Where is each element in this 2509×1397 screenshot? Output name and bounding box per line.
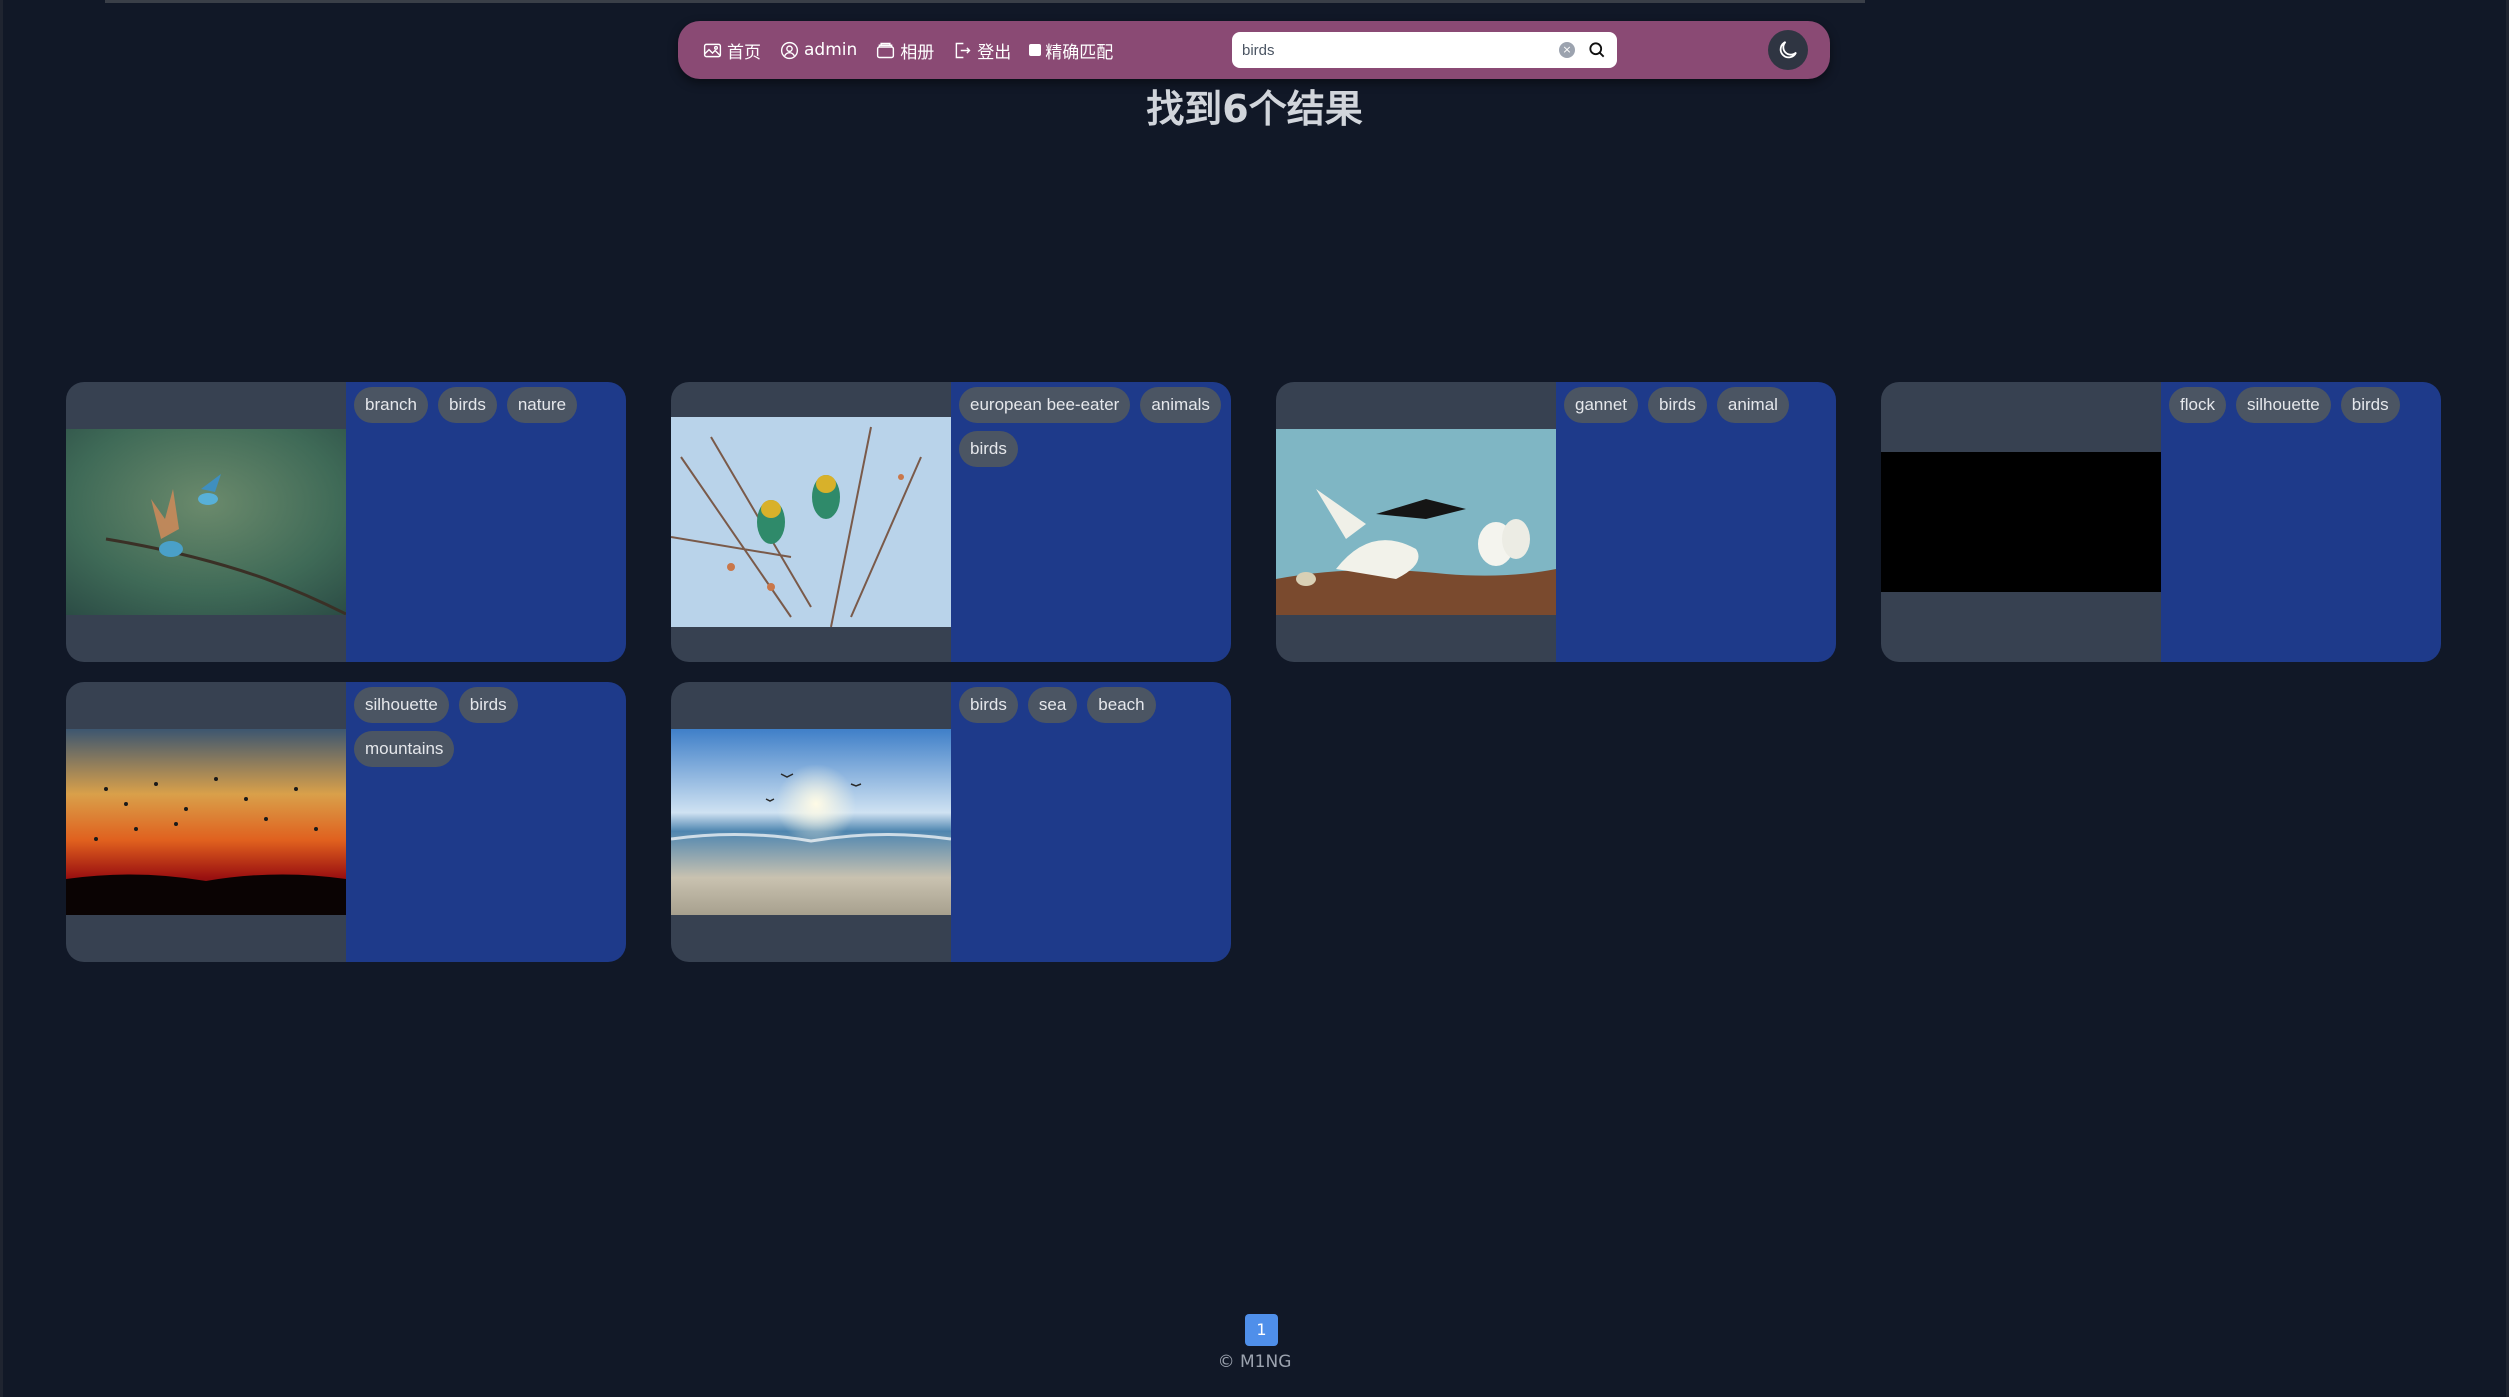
results-title: 找到6个结果 <box>1146 87 1363 131</box>
nav-user-link[interactable]: admin <box>779 40 857 61</box>
result-card[interactable]: european bee-eater animals birds <box>671 382 1231 662</box>
result-card[interactable]: flock silhouette birds <box>1881 382 2441 662</box>
user-circle-icon <box>780 41 799 59</box>
card-image-panel <box>66 382 346 662</box>
window-top-edge <box>105 0 1865 3</box>
exact-match-toggle[interactable]: 精确匹配 <box>1029 38 1113 63</box>
card-image-panel <box>671 382 951 662</box>
card-image-panel <box>1881 382 2161 662</box>
nav-links: 首页 admin 相册 登出 精确匹配 <box>702 38 1113 63</box>
tag-chip[interactable]: flock <box>2169 387 2226 423</box>
result-card[interactable]: gannet birds animal <box>1276 382 1836 662</box>
bird-photo[interactable] <box>1881 452 2161 592</box>
card-tag-list: gannet birds animal <box>1556 382 1836 662</box>
tag-chip[interactable]: silhouette <box>2235 387 2331 423</box>
result-card[interactable]: branch birds nature <box>66 382 626 662</box>
tag-chip[interactable]: sea <box>1027 687 1078 723</box>
card-image-panel <box>1276 382 1556 662</box>
tag-chip[interactable]: birds <box>959 687 1018 723</box>
top-navbar: 首页 admin 相册 登出 精确匹配 × <box>678 21 1830 79</box>
clear-icon[interactable]: × <box>1559 42 1575 58</box>
album-icon <box>877 42 895 58</box>
theme-toggle-button[interactable] <box>1768 30 1808 70</box>
bird-photo[interactable] <box>671 417 951 627</box>
search-input[interactable] <box>1242 41 1559 59</box>
card-image-panel <box>66 682 346 962</box>
result-card[interactable]: birds sea beach <box>671 682 1231 962</box>
nav-album-link[interactable]: 相册 <box>875 38 934 63</box>
footer-copyright: © M1NG <box>1217 1352 1292 1372</box>
tag-chip[interactable]: nature <box>506 387 578 423</box>
tag-chip[interactable]: silhouette <box>354 687 449 723</box>
page-button-current[interactable]: 1 <box>1245 1314 1278 1346</box>
moon-icon <box>1779 41 1797 59</box>
nav-user-label: admin <box>804 40 858 60</box>
window-frame-left <box>0 0 3 1397</box>
tag-chip[interactable]: birds <box>458 687 518 723</box>
tag-chip[interactable]: birds <box>2340 387 2400 423</box>
bird-photo[interactable] <box>66 729 346 915</box>
nav-logout-link[interactable]: 登出 <box>952 38 1011 63</box>
tag-chip[interactable]: birds <box>437 387 497 423</box>
tag-chip[interactable]: birds <box>959 431 1018 467</box>
tag-chip[interactable]: animals <box>1140 387 1221 423</box>
bird-photo[interactable] <box>66 429 346 615</box>
card-tag-list: birds sea beach <box>951 682 1231 962</box>
tag-chip[interactable]: beach <box>1087 687 1156 723</box>
card-image-panel <box>671 682 951 962</box>
tag-chip[interactable]: animal <box>1716 387 1789 423</box>
search-icon[interactable] <box>1587 40 1607 60</box>
card-tag-list: european bee-eater animals birds <box>951 382 1231 662</box>
nav-logout-label: 登出 <box>977 42 1012 63</box>
nav-home-link[interactable]: 首页 <box>702 38 761 63</box>
bird-photo[interactable] <box>1276 429 1556 615</box>
exact-match-checkbox[interactable] <box>1029 44 1042 56</box>
tag-chip[interactable]: branch <box>354 387 428 423</box>
tag-chip[interactable]: birds <box>1648 387 1707 423</box>
card-tag-list: silhouette birds mountains <box>346 682 626 962</box>
exact-match-label: 精确匹配 <box>1045 42 1114 63</box>
card-tag-list: branch birds nature <box>346 382 626 662</box>
tag-chip[interactable]: european bee-eater <box>959 387 1131 423</box>
logout-icon <box>955 42 971 58</box>
tag-chip[interactable]: gannet <box>1564 387 1638 423</box>
bird-photo[interactable] <box>671 729 951 915</box>
card-tag-list: flock silhouette birds <box>2161 382 2441 662</box>
nav-album-label: 相册 <box>900 42 935 63</box>
tag-chip[interactable]: mountains <box>354 731 455 767</box>
image-icon <box>703 43 722 57</box>
result-card[interactable]: silhouette birds mountains <box>66 682 626 962</box>
nav-home-label: 首页 <box>727 42 761 63</box>
search-box: × <box>1232 32 1617 68</box>
